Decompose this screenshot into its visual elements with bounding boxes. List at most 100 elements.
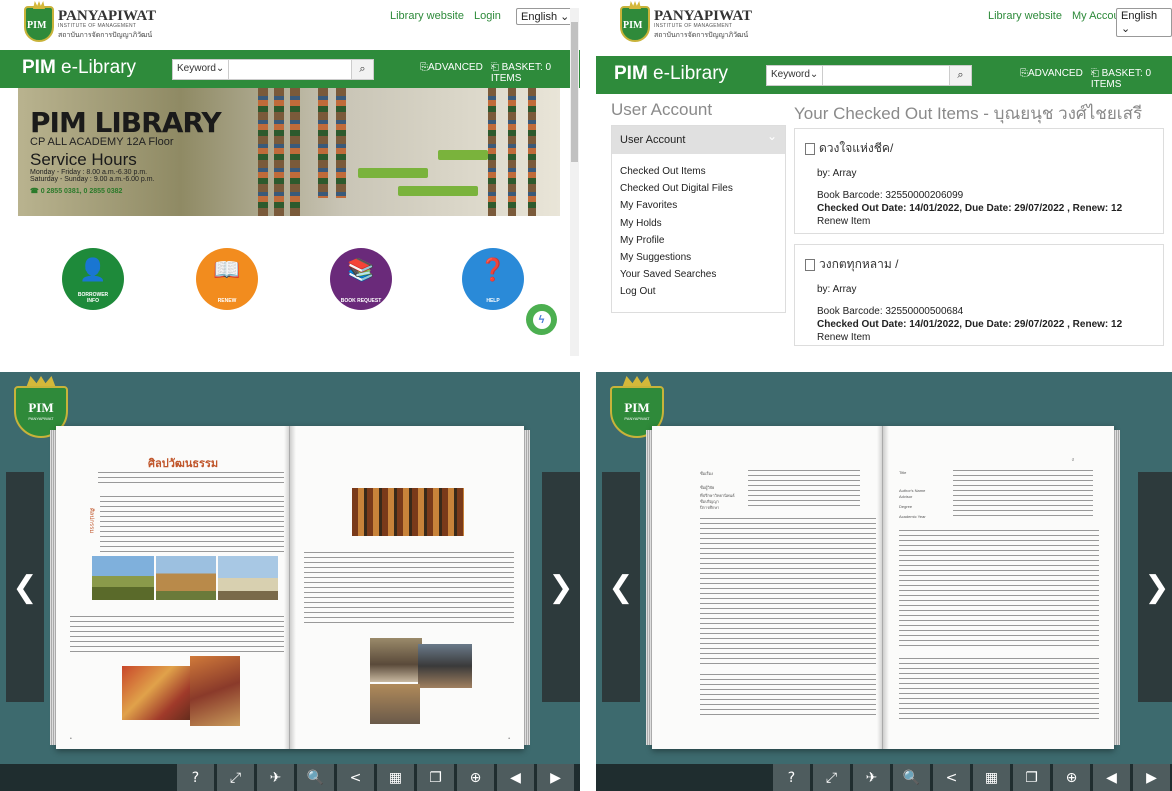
fullscreen-button[interactable]: ⤢ bbox=[217, 764, 254, 791]
zoom-in-icon: ⊕ bbox=[1065, 769, 1078, 786]
side-label: ศิลปกรรม bbox=[88, 508, 94, 534]
scrollbar[interactable] bbox=[570, 8, 579, 356]
renew-button[interactable]: 📖 RENEW bbox=[196, 248, 258, 310]
share-button[interactable]: < bbox=[933, 764, 970, 791]
checked-out-item: ดวงใจแห่งชีค/ by: Array Book Barcode: 32… bbox=[794, 128, 1164, 234]
fullscreen-button[interactable]: ⤢ bbox=[813, 764, 850, 791]
shield-icon: PIM bbox=[24, 6, 54, 42]
search-button[interactable]: ⌕ bbox=[949, 66, 971, 85]
triangle-left-icon: ◀ bbox=[510, 769, 521, 786]
top-bar: PIM PANYAPIWAT INSTITUTE OF MANAGEMENT ส… bbox=[596, 0, 1172, 50]
sidebar-item-my-holds[interactable]: My Holds bbox=[620, 218, 777, 235]
messenger-icon: ϟ bbox=[532, 310, 551, 329]
previous-page-button[interactable]: ❮ bbox=[6, 472, 44, 702]
next-button[interactable]: ▶ bbox=[1133, 764, 1170, 791]
right-page: ง Title Author's Name Advisor Degree Aca… bbox=[883, 426, 1114, 749]
flipbook-viewer-culture: PIM PANYAPIWAT ❮ ❯ ศิลปวัฒนธรรม ศิลปกรรม… bbox=[0, 372, 580, 791]
basket-link[interactable]: ⎗ BASKET: 0 ITEMS bbox=[1091, 68, 1172, 90]
brand-title[interactable]: PIM e-Library bbox=[22, 57, 136, 79]
renew-icon: 📖 bbox=[213, 257, 241, 282]
search-category-select[interactable]: Keyword ⌄ bbox=[767, 66, 823, 85]
banner-hours-title: Service Hours bbox=[30, 149, 137, 169]
language-select[interactable]: English ⌄ bbox=[516, 8, 575, 25]
sidebar-item-checked-out-items[interactable]: Checked Out Items bbox=[620, 166, 777, 183]
flipbook-viewer-thesis: PIM PANYAPIWAT ❮ ❯ ชื่อเรื่อง ชื่อผู้วิจ… bbox=[596, 372, 1172, 791]
viewer-toolbar: ? ⤢ ✈ 🔍 < ▦ ❐ ⊕ ◀ ▶ bbox=[596, 764, 1172, 791]
item-title[interactable]: วงกตทุกหลาม / bbox=[819, 255, 898, 274]
search-button[interactable]: 🔍 bbox=[893, 764, 930, 791]
sidebar-header[interactable]: User Account bbox=[612, 126, 785, 154]
borrower-info-button[interactable]: 👤 BORROWER INFO bbox=[62, 248, 124, 310]
zoom-in-button[interactable]: ⊕ bbox=[1053, 764, 1090, 791]
book-request-button[interactable]: 📚 BOOK REQUEST bbox=[330, 248, 392, 310]
open-book: ชื่อเรื่อง ชื่อผู้วิจัย ที่ปรึกษาวิทยานิ… bbox=[646, 426, 1120, 749]
renew-item-link[interactable]: Renew Item bbox=[817, 216, 1153, 227]
next-button[interactable]: ▶ bbox=[537, 764, 574, 791]
language-select[interactable]: English ⌄ bbox=[1116, 8, 1172, 37]
chevron-right-icon: ❯ bbox=[548, 569, 574, 605]
pim-logo[interactable]: PIM PANYAPIWAT INSTITUTE OF MANAGEMENT ส… bbox=[24, 6, 156, 42]
banner-weekend-hours: Saturday - Sunday : 9.00 a.m.-6.00 p.m. bbox=[30, 176, 155, 184]
item-dates: Checked Out Date: 14/01/2022, Due Date: … bbox=[817, 203, 1123, 214]
advanced-search-link[interactable]: ⎘ADVANCED bbox=[1020, 68, 1083, 90]
search-category-select[interactable]: Keyword ⌄ bbox=[173, 60, 229, 79]
library-website-link[interactable]: Library website bbox=[988, 10, 1062, 22]
search-input[interactable] bbox=[823, 66, 949, 85]
login-link[interactable]: Login bbox=[474, 10, 501, 22]
prev-button[interactable]: ◀ bbox=[1093, 764, 1130, 791]
basket-link[interactable]: ⎗ BASKET: 0 ITEMS bbox=[491, 62, 580, 84]
item-title[interactable]: ดวงใจแห่งชีค/ bbox=[819, 139, 893, 158]
next-page-button[interactable]: ❯ bbox=[542, 472, 580, 702]
next-page-button[interactable]: ❯ bbox=[1138, 472, 1172, 702]
item-author: by: Array bbox=[817, 168, 857, 179]
banner-floor: CP ALL ACADEMY 12A Floor bbox=[30, 136, 174, 149]
share-button[interactable]: < bbox=[337, 764, 374, 791]
sidebar-item-my-favorites[interactable]: My Favorites bbox=[620, 200, 777, 217]
search-bar: Keyword ⌄ ⌕ bbox=[172, 59, 374, 80]
advanced-search-link[interactable]: ⎘ADVANCED bbox=[420, 62, 483, 84]
previous-page-button[interactable]: ❮ bbox=[602, 472, 640, 702]
logo-subtitle: INSTITUTE OF MANAGEMENT bbox=[654, 23, 733, 29]
logo-title: PANYAPIWAT bbox=[654, 8, 753, 24]
messenger-button[interactable]: ϟ bbox=[526, 304, 557, 335]
search-bar: Keyword ⌄ ⌕ bbox=[766, 65, 972, 86]
account-sidebar: User Account Checked Out Items Checked O… bbox=[611, 125, 786, 313]
nav-bar: PIM e-Library Keyword ⌄ ⌕ ⎘ADVANCED ⎗ BAS… bbox=[596, 56, 1172, 94]
grid-icon: ▦ bbox=[388, 769, 403, 786]
brand-title[interactable]: PIM e-Library bbox=[614, 63, 728, 85]
thumbnails-button[interactable]: ▦ bbox=[377, 764, 414, 791]
expand-icon: ⤢ bbox=[229, 769, 242, 786]
help-button[interactable]: ? bbox=[177, 764, 214, 791]
left-page: ชื่อเรื่อง ชื่อผู้วิจัย ที่ปรึกษาวิทยานิ… bbox=[652, 426, 883, 749]
banner-weekday-hours: Monday - Friday : 8.00 a.m.-6.30 p.m. bbox=[30, 168, 148, 176]
item-dates: Checked Out Date: 14/01/2022, Due Date: … bbox=[817, 319, 1123, 330]
pim-logo[interactable]: PIM PANYAPIWAT INSTITUTE OF MANAGEMENT ส… bbox=[620, 6, 752, 42]
plane-icon: ✈ bbox=[269, 769, 282, 786]
checked-out-item: วงกตทุกหลาม / by: Array Book Barcode: 32… bbox=[794, 244, 1164, 346]
help-button[interactable]: ? bbox=[773, 764, 810, 791]
sidebar-item-checked-out-digital-files[interactable]: Checked Out Digital Files bbox=[620, 183, 777, 200]
sidebar-item-saved-searches[interactable]: Your Saved Searches bbox=[620, 269, 777, 286]
help-button[interactable]: ❓ HELP bbox=[462, 248, 524, 310]
search-icon: ⌕ bbox=[957, 69, 964, 81]
autoflip-button[interactable]: ✈ bbox=[853, 764, 890, 791]
grid-icon: ▦ bbox=[984, 769, 999, 786]
sidebar-item-log-out[interactable]: Log Out bbox=[620, 286, 777, 303]
search-input[interactable] bbox=[229, 60, 351, 79]
shield-icon: PIM bbox=[620, 6, 650, 42]
zoom-in-button[interactable]: ⊕ bbox=[457, 764, 494, 791]
prev-button[interactable]: ◀ bbox=[497, 764, 534, 791]
autoflip-button[interactable]: ✈ bbox=[257, 764, 294, 791]
renew-item-link[interactable]: Renew Item bbox=[817, 332, 1153, 343]
search-button[interactable]: ⌕ bbox=[351, 60, 373, 79]
single-page-button[interactable]: ❐ bbox=[1013, 764, 1050, 791]
single-page-button[interactable]: ❐ bbox=[417, 764, 454, 791]
plane-icon: ✈ bbox=[865, 769, 878, 786]
sidebar-item-my-suggestions[interactable]: My Suggestions bbox=[620, 252, 777, 269]
thumbnails-button[interactable]: ▦ bbox=[973, 764, 1010, 791]
triangle-left-icon: ◀ bbox=[1106, 769, 1117, 786]
sidebar-item-my-profile[interactable]: My Profile bbox=[620, 235, 777, 252]
search-button[interactable]: 🔍 bbox=[297, 764, 334, 791]
document-icon bbox=[805, 142, 815, 155]
library-website-link[interactable]: Library website bbox=[390, 10, 464, 22]
